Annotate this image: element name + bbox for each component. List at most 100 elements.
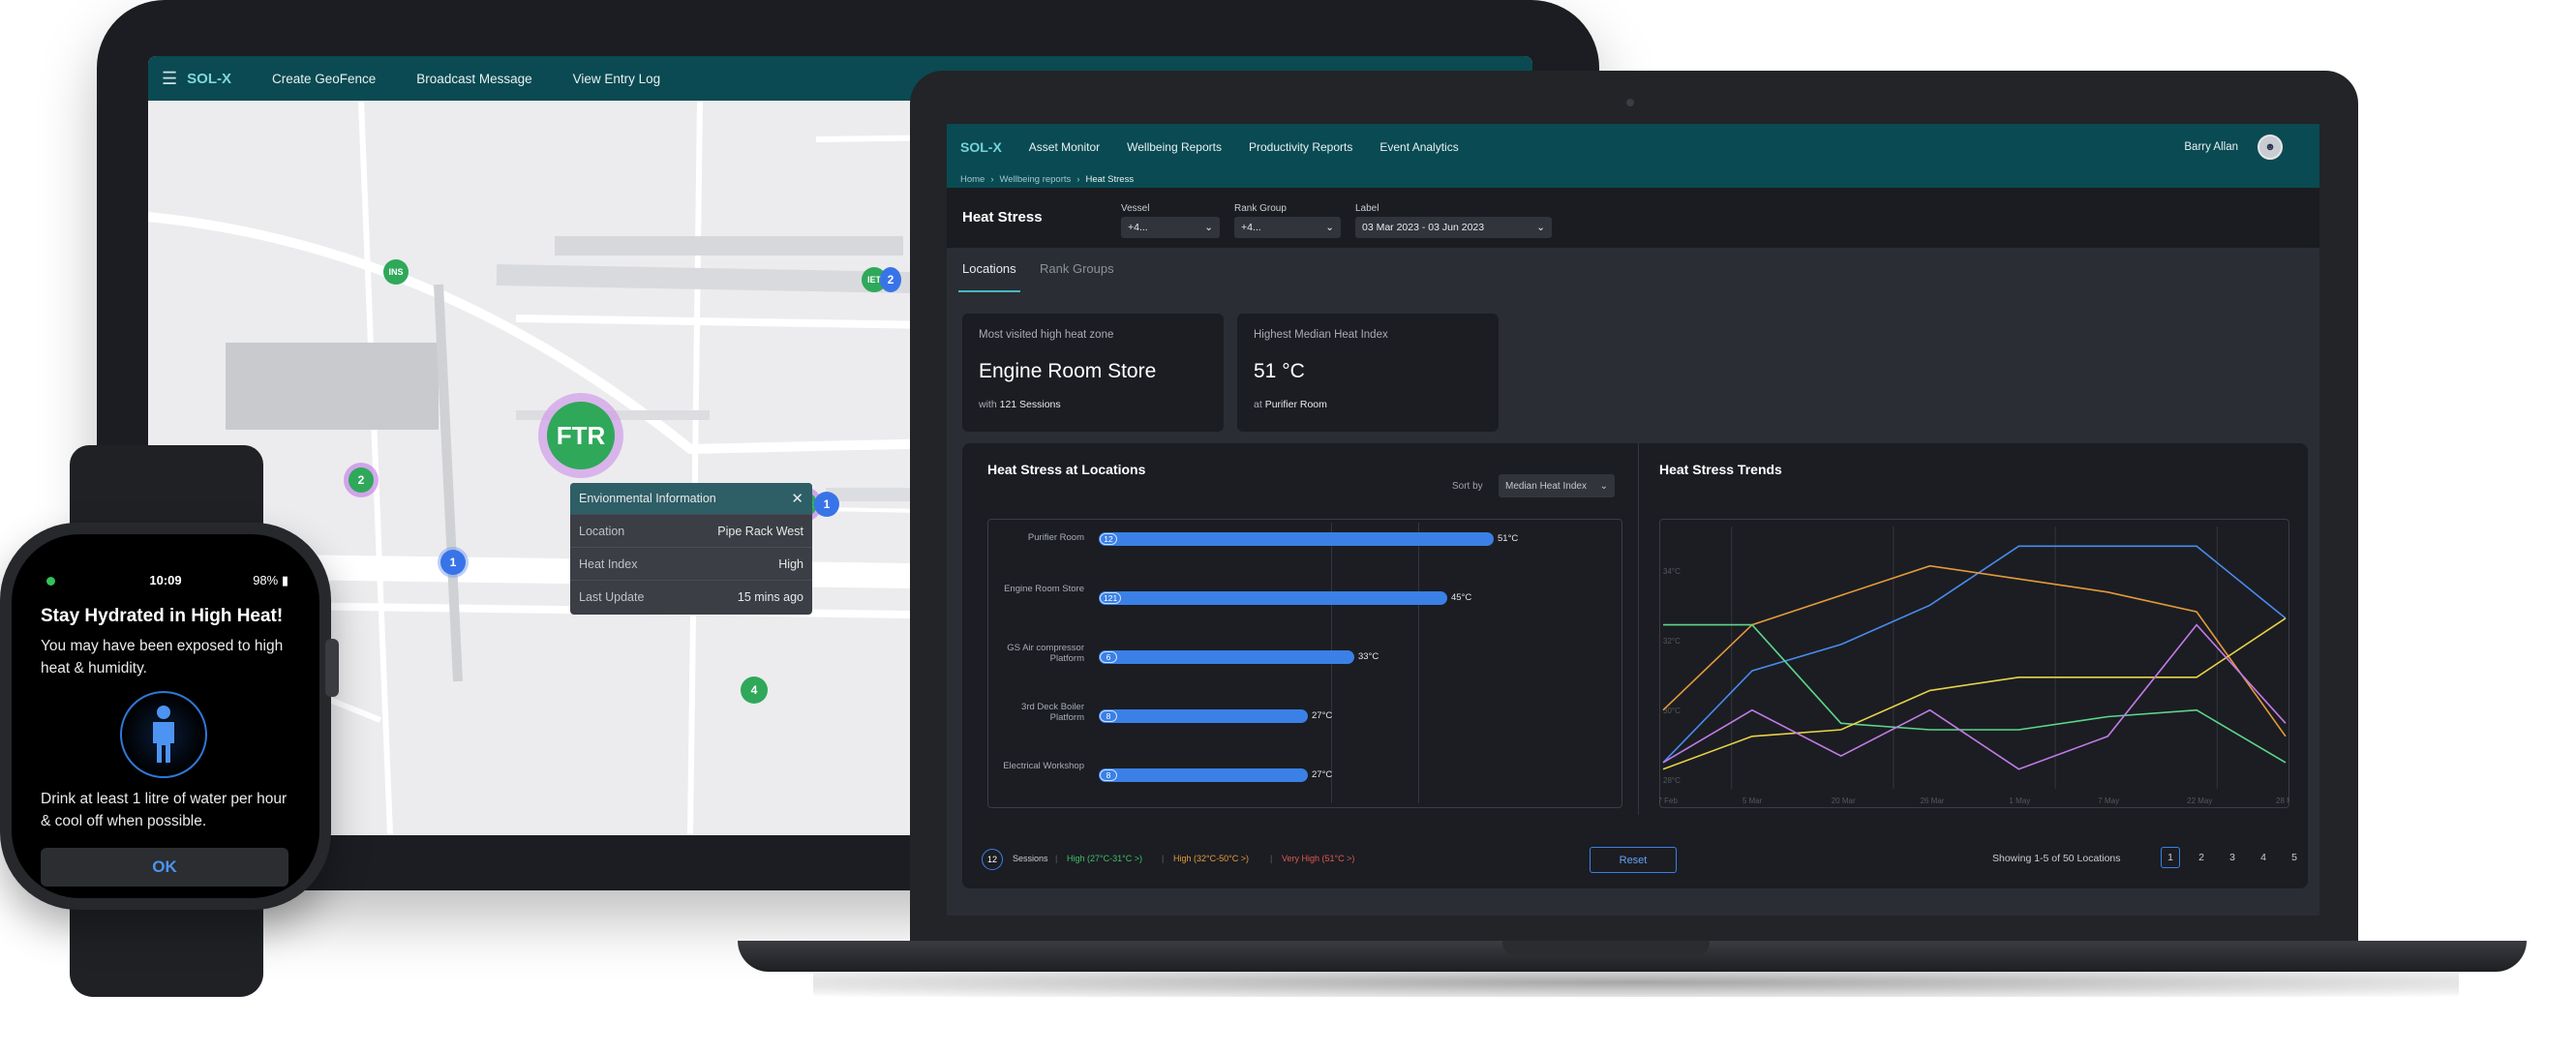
rank-group-select[interactable]: +4... ⌄ <box>1234 217 1341 238</box>
popup-row: Location Pipe Rack West <box>570 514 812 547</box>
page-button-5[interactable]: 5 <box>2285 847 2304 868</box>
vessel-select[interactable]: +4... ⌄ <box>1121 217 1220 238</box>
trend-series-line[interactable] <box>1663 623 2287 764</box>
pagination-summary: Showing 1-5 of 50 Locations <box>1992 853 2121 864</box>
trend-x-tick-label: 7 May <box>2098 797 2119 805</box>
chevron-down-icon: ⌄ <box>1599 480 1608 492</box>
watch-strap <box>70 900 263 997</box>
date-range-value: 03 Mar 2023 - 03 Jun 2023 <box>1362 222 1485 233</box>
avatar[interactable]: ☻ <box>2258 135 2283 160</box>
legend-footer: 12 Sessions | High (27°C-31°C >) | High … <box>962 840 2308 879</box>
bar[interactable] <box>1099 650 1354 664</box>
bar-category-label: Engine Room Store <box>1004 584 1084 594</box>
legend-very-high: Very High (51°C >) <box>1282 854 1355 863</box>
tab-bar: Locations Rank Groups <box>947 248 2319 292</box>
nav-productivity-reports[interactable]: Productivity Reports <box>1249 140 1352 154</box>
bar[interactable] <box>1099 532 1494 546</box>
map-pin-ftr-selected[interactable]: FTR <box>547 402 615 469</box>
environmental-info-popup: Envionmental Information ✕ Location Pipe… <box>570 483 812 615</box>
watch-strap <box>70 445 263 532</box>
sort-by-label: Sort by <box>1452 481 1483 492</box>
stat-sub-value: Purifier Room <box>1264 399 1327 410</box>
sort-select[interactable]: Median Heat Index ⌄ <box>1499 474 1615 497</box>
nav-asset-monitor[interactable]: Asset Monitor <box>1029 140 1100 154</box>
tab-locations[interactable]: Locations <box>962 261 1016 276</box>
chevron-down-icon: ⌄ <box>1204 222 1213 233</box>
bar-session-count: 12 <box>1100 533 1117 545</box>
stat-sub-value: 121 Sessions <box>999 399 1061 410</box>
alert-advice: Drink at least 1 litre of water per hour… <box>41 791 288 829</box>
popup-key: Heat Index <box>579 557 638 571</box>
bar-category-label: 3rd Deck Boiler Platform <box>1021 702 1084 723</box>
user-menu[interactable]: Barry Allan ☻ <box>2184 124 2283 170</box>
popup-key: Last Update <box>579 589 645 604</box>
sessions-badge: 12 <box>982 849 1003 870</box>
trend-x-tick-label: 1 May <box>2009 797 2030 805</box>
breadcrumb-wellbeing[interactable]: Wellbeing reports <box>1000 174 1072 185</box>
popup-header: Envionmental Information ✕ <box>570 483 812 514</box>
nav-wellbeing-reports[interactable]: Wellbeing Reports <box>1127 140 1222 154</box>
legend-separator: | <box>1270 854 1273 863</box>
app-brand[interactable]: SOL-X <box>960 139 1002 155</box>
tab-rank-groups[interactable]: Rank Groups <box>1040 261 1114 276</box>
chevron-right-icon: › <box>1076 173 1080 185</box>
legend-separator: | <box>1055 854 1058 863</box>
map-pin-cluster[interactable]: 4 <box>741 677 768 704</box>
reset-button[interactable]: Reset <box>1590 847 1677 873</box>
bar[interactable] <box>1099 768 1308 782</box>
heat-stress-trend-chart: 28°C30°C32°C34°C27 Feb5 Mar20 Mar26 Mar1… <box>1659 526 2289 805</box>
popup-value: High <box>778 557 803 571</box>
page-button-1[interactable]: 1 <box>2161 847 2180 868</box>
trend-x-tick-label: 20 Mar <box>1832 797 1856 805</box>
rank-group-filter: Rank Group +4... ⌄ <box>1234 203 1341 238</box>
close-icon[interactable]: ✕ <box>791 490 803 507</box>
popup-value: Pipe Rack West <box>717 524 803 538</box>
legend-high-green: High (27°C-31°C >) <box>1067 854 1142 863</box>
vessel-value: +4... <box>1128 222 1148 233</box>
stat-sub-prefix: with <box>979 399 997 410</box>
broadcast-message-link[interactable]: Broadcast Message <box>416 72 531 86</box>
chevron-right-icon: › <box>990 173 994 185</box>
heat-stress-bar-chart: Purifier Room 12 51°C Engine Room Store 121 4… <box>987 519 1622 808</box>
watch-status-bar: 10:09 98% ▮ <box>12 573 319 588</box>
stat-card-most-visited: Most visited high heat zone Engine Room … <box>962 314 1224 432</box>
date-filter: Label 03 Mar 2023 - 03 Jun 2023 ⌄ <box>1355 203 1552 238</box>
nav-event-analytics[interactable]: Event Analytics <box>1379 140 1458 154</box>
bar-category-label: GS Air compressor Platform <box>1007 643 1084 664</box>
battery-level: 98% <box>253 573 279 587</box>
chevron-down-icon: ⌄ <box>1536 222 1545 233</box>
page-button-2[interactable]: 2 <box>2192 847 2211 868</box>
map-pin-ins[interactable]: INS <box>383 259 409 285</box>
camera-icon <box>1626 99 1634 106</box>
watch-crown[interactable] <box>325 639 339 697</box>
vessel-label: Vessel <box>1121 203 1150 214</box>
watch-screen: 10:09 98% ▮ Stay Hydrated in High Heat! … <box>12 534 319 898</box>
bar[interactable] <box>1099 709 1308 723</box>
date-range-select[interactable]: 03 Mar 2023 - 03 Jun 2023 ⌄ <box>1355 217 1552 238</box>
ok-button[interactable]: OK <box>41 848 288 887</box>
view-entry-log-link[interactable]: View Entry Log <box>573 72 661 86</box>
map-pin-cluster[interactable]: 1 <box>814 492 839 517</box>
stat-card-highest-heat: Highest Median Heat Index 51 °C at Purif… <box>1237 314 1499 432</box>
trend-series-line[interactable] <box>1662 617 2287 770</box>
map-pin-cluster[interactable]: 2 <box>880 267 901 292</box>
date-label: Label <box>1355 203 1379 214</box>
popup-row: Last Update 15 mins ago <box>570 580 812 613</box>
map-pin-cluster[interactable]: 1 <box>440 550 466 575</box>
stat-sub: at Purifier Room <box>1254 399 1327 410</box>
map-pin-cluster[interactable]: 2 <box>349 467 374 493</box>
page-button-4[interactable]: 4 <box>2254 847 2273 868</box>
trend-y-tick-label: 28°C <box>1663 776 1681 785</box>
hamburger-menu-icon[interactable]: ☰ <box>162 69 177 89</box>
bar-grid-line <box>1418 523 1419 803</box>
laptop-screen: SOL-X Asset Monitor Wellbeing Reports Pr… <box>947 124 2319 916</box>
page-button-3[interactable]: 3 <box>2223 847 2242 868</box>
bar-category-label: Electrical Workshop <box>1003 761 1084 771</box>
stat-sub-prefix: at <box>1254 399 1262 410</box>
app-topbar: SOL-X Asset Monitor Wellbeing Reports Pr… <box>947 124 2319 170</box>
user-name: Barry Allan <box>2184 141 2238 153</box>
create-geofence-link[interactable]: Create GeoFence <box>272 72 376 86</box>
breadcrumb-home[interactable]: Home <box>960 174 985 185</box>
trend-series-line[interactable] <box>1662 623 2287 770</box>
bar[interactable] <box>1099 591 1447 605</box>
